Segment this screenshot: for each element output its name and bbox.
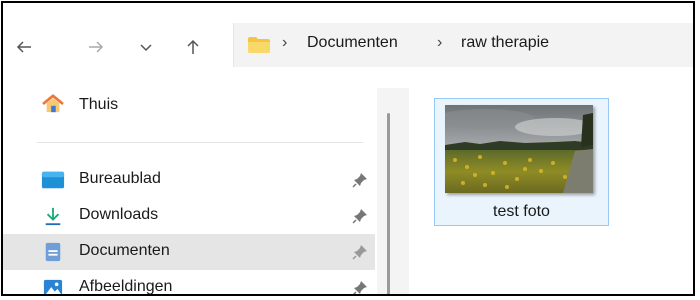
download-icon — [45, 207, 61, 226]
sidebar-item-label: Downloads — [79, 206, 159, 223]
sidebar-divider — [37, 142, 363, 143]
arrow-left-icon — [16, 41, 31, 53]
address-bar[interactable]: › Documenten › raw therapie — [233, 23, 693, 67]
sidebar-item-label: Afbeeldingen — [79, 278, 173, 295]
sidebar-item-downloads[interactable]: Downloads — [3, 198, 375, 234]
sidebar-item-label: Bureaublad — [79, 170, 161, 187]
home-icon — [42, 94, 64, 113]
arrow-right-icon — [89, 41, 104, 53]
landscape-photo — [445, 105, 593, 193]
recent-locations-button[interactable] — [133, 34, 159, 60]
sidebar-scrollbar[interactable] — [377, 88, 409, 294]
sidebar-item-documenten[interactable]: Documenten — [3, 234, 375, 270]
folder-icon — [248, 37, 270, 53]
chevron-down-icon — [140, 44, 152, 52]
up-button[interactable] — [180, 34, 206, 60]
arrow-up-icon — [187, 39, 199, 54]
back-button[interactable] — [11, 34, 37, 60]
sidebar-item-label: Thuis — [79, 96, 119, 113]
explorer-window: › Documenten › raw therapie Thuis Bureau… — [1, 1, 695, 296]
file-name: test foto — [493, 203, 550, 220]
sidebar-item-thuis[interactable]: Thuis — [3, 88, 375, 124]
forward-button[interactable] — [83, 34, 109, 60]
breadcrumb-raw-therapie[interactable]: raw therapie — [461, 34, 549, 52]
sidebar-item-afbeeldingen[interactable]: Afbeeldingen — [3, 270, 375, 296]
sidebar-item-bureaublad[interactable]: Bureaublad — [3, 162, 375, 198]
breadcrumb-separator: › — [437, 34, 443, 51]
breadcrumb-documenten[interactable]: Documenten — [307, 34, 398, 52]
pin-icon[interactable] — [352, 244, 368, 260]
file-item[interactable]: test foto — [434, 98, 609, 226]
navigation-bar: › Documenten › raw therapie — [3, 3, 693, 88]
pin-icon[interactable] — [352, 280, 368, 296]
pin-icon[interactable] — [352, 208, 368, 224]
document-icon — [45, 242, 61, 262]
breadcrumb-separator: › — [282, 34, 288, 51]
scrollbar-thumb[interactable] — [387, 113, 390, 294]
pin-icon[interactable] — [352, 172, 368, 188]
navigation-pane: Thuis Bureaublad Downloads Documenten Af… — [3, 88, 377, 294]
desktop-icon — [41, 171, 65, 189]
pictures-icon — [43, 279, 63, 294]
file-list: test foto — [409, 88, 693, 294]
image-thumbnail — [445, 105, 593, 193]
sidebar-item-label: Documenten — [79, 242, 170, 259]
